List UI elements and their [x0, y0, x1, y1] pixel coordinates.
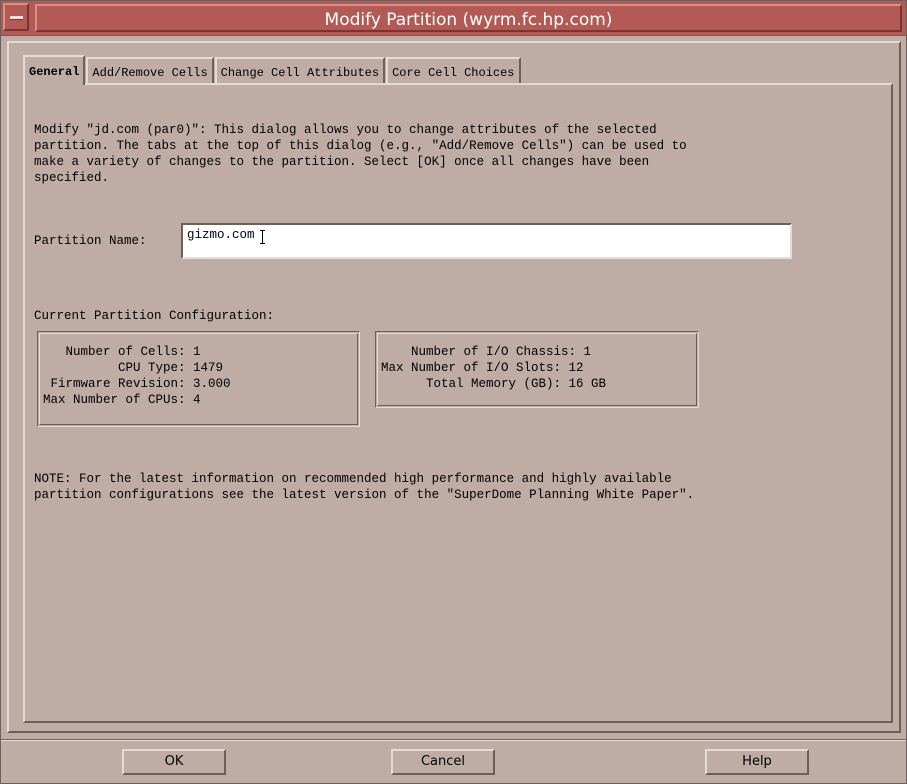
cpu-type-row: CPU Type: 1479: [43, 361, 224, 375]
dialog-window: Modify Partition (wyrm.fc.hp.com) Genera…: [0, 0, 907, 784]
tab-bar: General Add/Remove Cells Change Cell Att…: [23, 55, 522, 85]
dialog-description: Modify "jd.com (par0)": This dialog allo…: [34, 123, 687, 185]
title-bar[interactable]: Modify Partition (wyrm.fc.hp.com): [1, 1, 906, 36]
partition-name-label: Partition Name:: [34, 234, 147, 248]
tab-general[interactable]: General: [23, 55, 86, 85]
io-config-box: Number of I/O Chassis: 1 Max Number of I…: [375, 331, 699, 408]
tab-change-cell-attributes[interactable]: Change Cell Attributes: [214, 57, 386, 83]
partition-name-value: gizmo.com: [187, 228, 255, 242]
cancel-button[interactable]: Cancel: [391, 749, 495, 775]
firmware-revision-row: Firmware Revision: 3.000: [43, 377, 231, 391]
cell-config-box: Number of Cells: 1 CPU Type: 1479 Firmwa…: [37, 331, 360, 427]
partition-name-input[interactable]: gizmo.com: [181, 223, 792, 259]
tab-add-remove-cells[interactable]: Add/Remove Cells: [86, 57, 214, 83]
ibeam-cursor-icon: [260, 230, 265, 244]
tab-core-cell-choices[interactable]: Core Cell Choices: [386, 57, 521, 83]
num-cells-row: Number of Cells: 1: [43, 345, 201, 359]
note-text: NOTE: For the latest information on reco…: [34, 472, 695, 502]
config-section-label: Current Partition Configuration:: [34, 309, 275, 323]
io-slots-row: Max Number of I/O Slots: 12: [381, 361, 584, 375]
window-menu-icon: [10, 16, 23, 20]
io-chassis-row: Number of I/O Chassis: 1: [381, 345, 592, 359]
ok-button[interactable]: OK: [122, 749, 226, 775]
max-cpus-row: Max Number of CPUs: 4: [43, 393, 201, 407]
window-title: Modify Partition (wyrm.fc.hp.com): [35, 4, 902, 32]
window-menu-button[interactable]: [3, 3, 29, 31]
total-memory-row: Total Memory (GB): 16 GB: [381, 377, 607, 391]
help-button[interactable]: Help: [705, 749, 809, 775]
button-separator: [1, 739, 906, 741]
